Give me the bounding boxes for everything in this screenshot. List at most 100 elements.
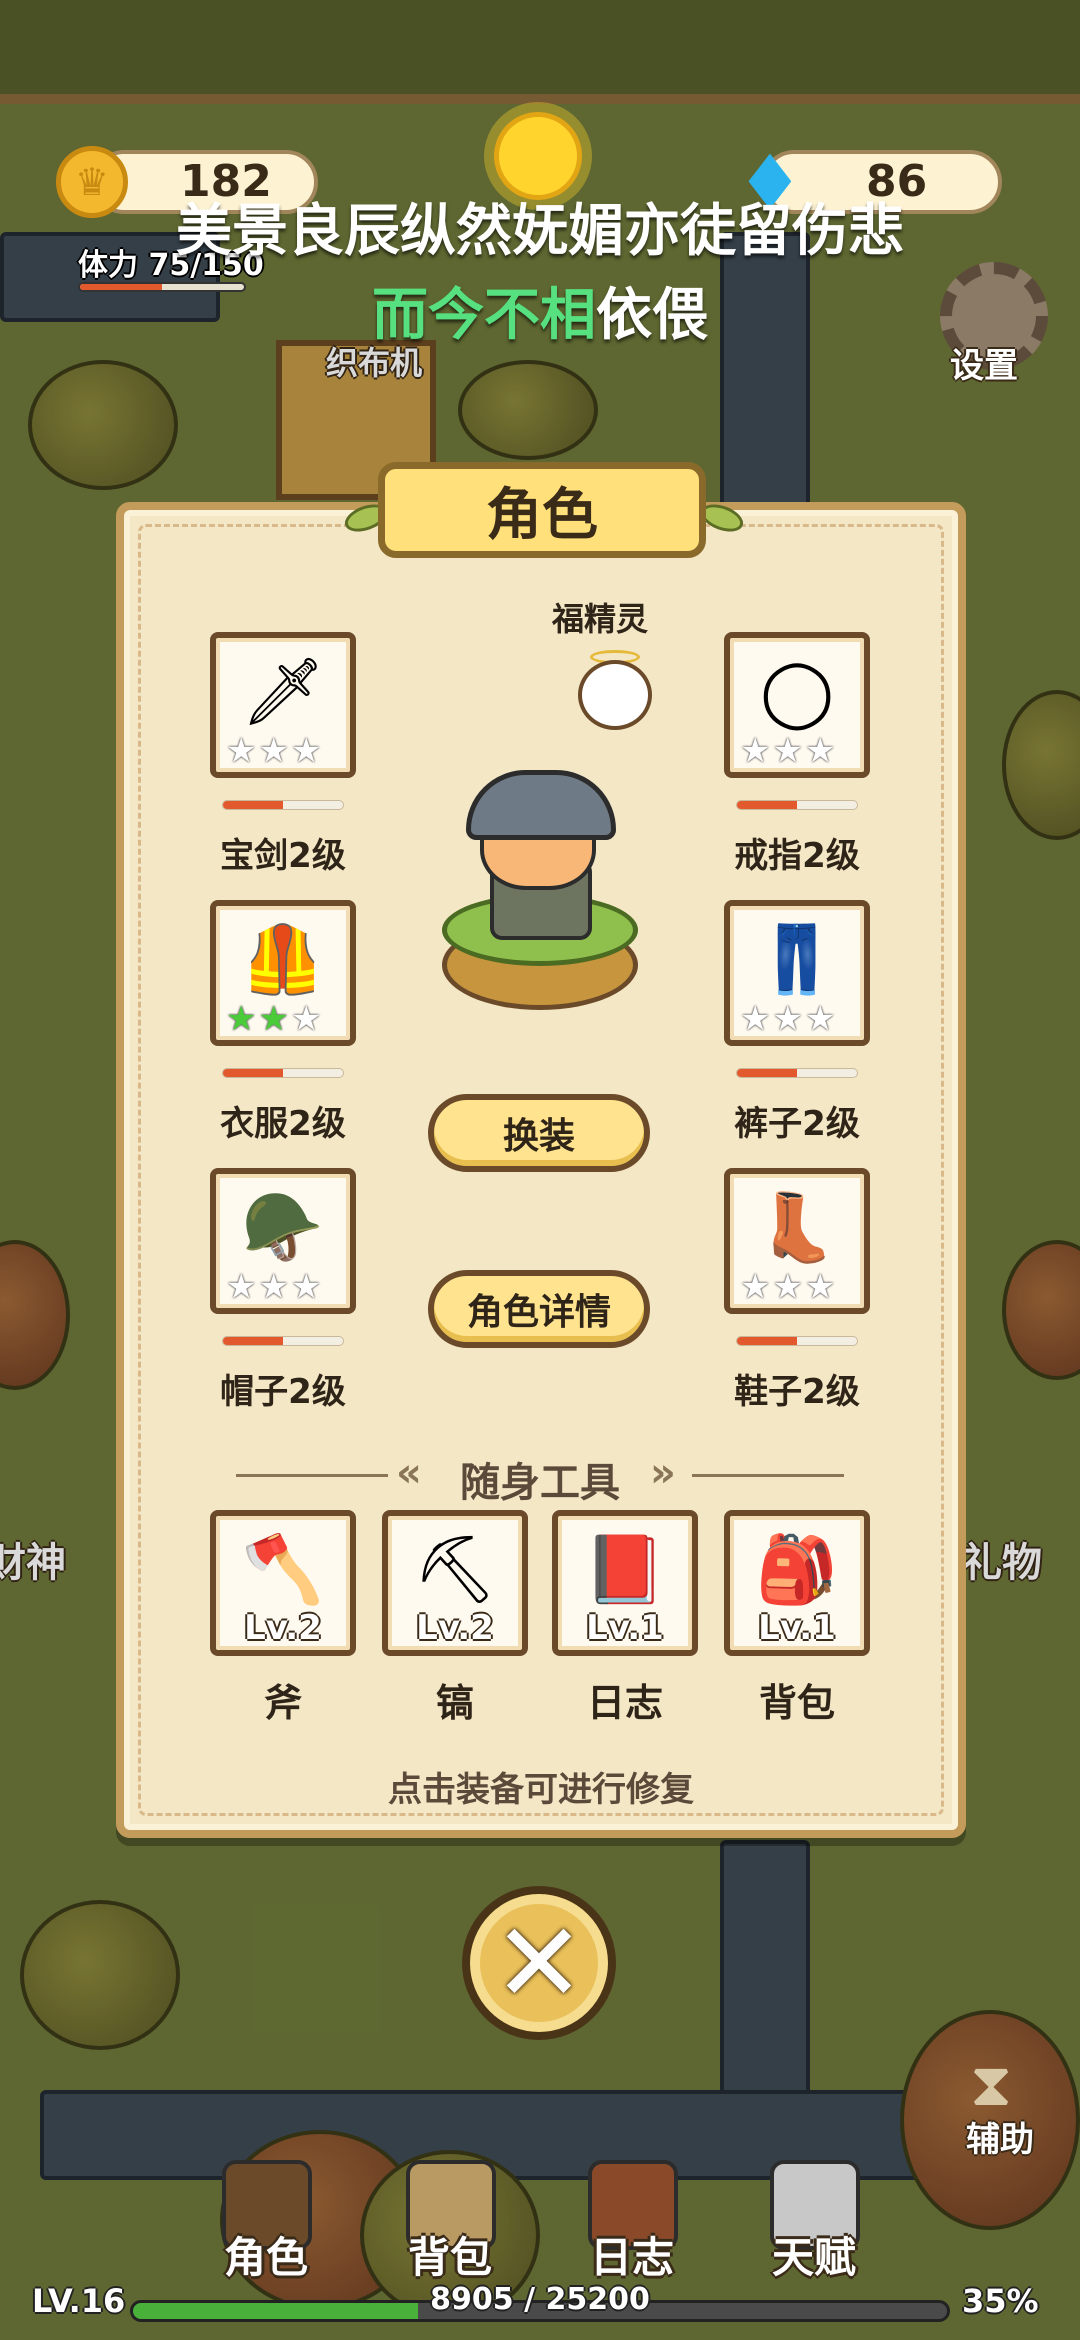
star-icon: ★	[258, 999, 289, 1039]
star-icon: ★	[804, 999, 836, 1039]
equipment-label: 鞋子2级	[734, 1372, 860, 1412]
repair-hint: 点击装备可进行修复	[388, 1770, 694, 1810]
tool-label: 背包	[758, 1681, 835, 1725]
star-icon: ★	[740, 999, 771, 1039]
star-icon: ★	[772, 731, 803, 771]
hat-icon: 🪖	[241, 1189, 325, 1266]
panel-title: 角色	[378, 462, 706, 558]
boot-icon: 👢	[755, 1189, 839, 1266]
player-level: LV.16	[32, 2282, 126, 2320]
star-icon: ★	[290, 999, 322, 1039]
durability-bar	[222, 1068, 344, 1078]
subtitle-line-1: 美景良辰纵然妩媚亦徒留伤悲	[176, 199, 904, 264]
nav-item[interactable]: 日志	[552, 2160, 712, 2300]
nav-label: 日志	[589, 2233, 674, 2282]
world-sky	[0, 0, 1080, 100]
star-rating: ★ ★ ★	[740, 1002, 835, 1036]
equipment-label: 帽子2级	[220, 1372, 346, 1412]
subtitle-highlight: 而今不相	[372, 283, 596, 348]
pickaxe-icon: ⛏	[413, 1531, 497, 1608]
vest-icon: 🦺	[241, 921, 325, 998]
tool-label: 斧	[263, 1681, 302, 1725]
close-icon: ✕	[492, 1899, 586, 2027]
nav-item[interactable]: 天赋	[734, 2160, 894, 2300]
tree	[458, 360, 598, 460]
tool-level: Lv.1	[586, 1608, 664, 1648]
equipment-slot[interactable]: 🦺 ★ ★ ★	[210, 900, 356, 1046]
equipment-label: 宝剑2级	[220, 836, 346, 876]
equipment-label: 裤子2级	[734, 1104, 860, 1144]
durability-bar	[736, 1068, 858, 1078]
star-icon: ★	[226, 999, 257, 1039]
durability-fill	[737, 1337, 797, 1345]
tree	[1002, 1240, 1080, 1380]
durability-fill	[223, 1069, 283, 1077]
assist-label: 辅助	[966, 2120, 1034, 2160]
tree	[20, 1900, 180, 2050]
tool-slot[interactable]: 🎒 Lv.1	[724, 1510, 870, 1656]
divider-right	[692, 1474, 844, 1477]
tool-slot[interactable]: ⛏ Lv.2	[382, 1510, 528, 1656]
chevron-right-icon: »	[650, 1450, 676, 1496]
star-rating: ★ ★ ★	[226, 734, 321, 768]
equipment-slot[interactable]: 👖 ★ ★ ★	[724, 900, 870, 1046]
durability-fill	[223, 1337, 283, 1345]
xp-text: 8905 / 25200	[430, 2282, 650, 2317]
sword-icon: 🗡	[241, 653, 325, 730]
star-icon: ★	[804, 1267, 836, 1307]
assist-button[interactable]: ⧗ 辅助	[940, 2050, 1060, 2160]
star-icon: ★	[804, 731, 836, 771]
world-fence	[0, 94, 1080, 104]
star-icon: ★	[226, 1267, 257, 1307]
star-icon: ★	[772, 999, 803, 1039]
durability-bar	[222, 1336, 344, 1346]
durability-bar	[736, 800, 858, 810]
star-icon: ★	[290, 731, 322, 771]
backpack-icon: 🎒	[755, 1531, 839, 1608]
star-rating: ★ ★ ★	[226, 1270, 321, 1304]
tree	[28, 360, 178, 490]
gift-label[interactable]: 礼物	[962, 1530, 1042, 1588]
star-icon: ★	[290, 1267, 322, 1307]
star-rating: ★ ★ ★	[740, 734, 835, 768]
star-rating: ★ ★ ★	[226, 1002, 321, 1036]
star-icon: ★	[258, 731, 289, 771]
nav-label: 背包	[407, 2233, 492, 2282]
stone-wall	[720, 1840, 810, 2100]
settings-label[interactable]: 设置	[950, 338, 1018, 387]
star-icon: ★	[258, 1267, 289, 1307]
hourglass-icon: ⧗	[970, 2050, 1013, 2120]
subtitle-line-2: 而今不相依偎	[0, 270, 1080, 351]
star-icon: ★	[740, 731, 771, 771]
equipment-label: 衣服2级	[220, 1104, 346, 1144]
journal-icon: 📕	[583, 1531, 667, 1608]
equipment-slot[interactable]: 🗡 ★ ★ ★	[210, 632, 356, 778]
tool-level: Lv.2	[416, 1608, 494, 1648]
pants-icon: 👖	[755, 921, 839, 998]
nav-item[interactable]: 角色	[186, 2160, 346, 2300]
fairy-name: 福精灵	[552, 600, 649, 638]
tools-title: 随身工具	[460, 1460, 620, 1506]
star-rating: ★ ★ ★	[740, 1270, 835, 1304]
xp-percent: 35%	[962, 2282, 1039, 2320]
tool-level: Lv.1	[758, 1608, 836, 1648]
tool-slot[interactable]: 📕 Lv.1	[552, 1510, 698, 1656]
tree	[1002, 690, 1080, 840]
close-button[interactable]: ✕	[462, 1886, 616, 2040]
tool-label: 日志	[586, 1681, 663, 1725]
durability-bar	[736, 1336, 858, 1346]
change-outfit-button[interactable]: 换装	[428, 1094, 650, 1172]
equipment-slot[interactable]: 👢 ★ ★ ★	[724, 1168, 870, 1314]
nav-label: 角色	[223, 2233, 308, 2282]
durability-fill	[737, 801, 797, 809]
equipment-slot[interactable]: 🪖 ★ ★ ★	[210, 1168, 356, 1314]
star-icon: ★	[772, 1267, 803, 1307]
equipment-slot[interactable]: ◯ ★ ★ ★	[724, 632, 870, 778]
tree	[0, 1240, 70, 1390]
character-details-button[interactable]: 角色详情	[428, 1270, 650, 1348]
tool-slot[interactable]: 🪓 Lv.2	[210, 1510, 356, 1656]
nav-item[interactable]: 背包	[370, 2160, 530, 2300]
statue-label: 财神	[0, 1540, 66, 1586]
durability-bar	[222, 800, 344, 810]
fairy-pet[interactable]	[578, 660, 652, 730]
